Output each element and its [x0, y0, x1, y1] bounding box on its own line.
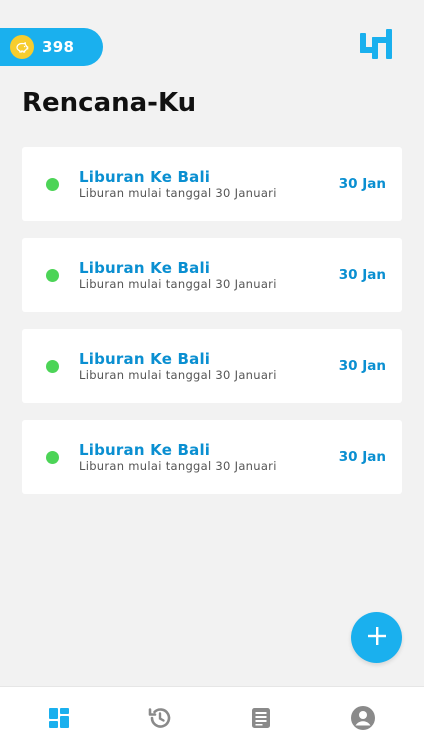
- plan-subtitle: Liburan mulai tanggal 30 Januari: [79, 459, 277, 473]
- plan-subtitle: Liburan mulai tanggal 30 Januari: [79, 368, 277, 382]
- dashboard-icon: [47, 706, 71, 734]
- nav-item-article[interactable]: [248, 707, 274, 733]
- plan-title: Liburan Ke Bali: [79, 168, 211, 186]
- nav-item-dashboard[interactable]: [46, 707, 72, 733]
- bottom-nav: [0, 686, 424, 753]
- plan-title: Liburan Ke Bali: [79, 259, 211, 277]
- plan-date: 30 Jan: [338, 449, 386, 465]
- profile-icon: [350, 705, 376, 735]
- piggy-bank-coin-icon: [10, 35, 34, 59]
- article-icon: [249, 706, 273, 734]
- plan-list: Liburan Ke Bali Liburan mulai tanggal 30…: [22, 147, 402, 511]
- plan-date: 30 Jan: [338, 358, 386, 374]
- nav-item-history[interactable]: [147, 707, 173, 733]
- coin-balance-pill[interactable]: 398: [0, 28, 103, 66]
- page-title: Rencana-Ku: [22, 88, 197, 118]
- plan-card[interactable]: Liburan Ke Bali Liburan mulai tanggal 30…: [22, 147, 402, 221]
- plus-icon: [367, 626, 387, 650]
- add-plan-button[interactable]: [351, 612, 402, 663]
- plan-card[interactable]: Liburan Ke Bali Liburan mulai tanggal 30…: [22, 329, 402, 403]
- plan-date: 30 Jan: [338, 267, 386, 283]
- coin-count: 398: [42, 38, 75, 56]
- plan-date: 30 Jan: [338, 176, 386, 192]
- plan-card[interactable]: Liburan Ke Bali Liburan mulai tanggal 30…: [22, 420, 402, 494]
- plan-title: Liburan Ke Bali: [79, 350, 211, 368]
- status-dot: [46, 451, 59, 464]
- plan-subtitle: Liburan mulai tanggal 30 Januari: [79, 186, 277, 200]
- nav-item-profile[interactable]: [350, 705, 376, 735]
- plan-subtitle: Liburan mulai tanggal 30 Januari: [79, 277, 277, 291]
- status-dot: [46, 178, 59, 191]
- history-icon: [147, 705, 173, 735]
- status-dot: [46, 269, 59, 282]
- plan-card[interactable]: Liburan Ke Bali Liburan mulai tanggal 30…: [22, 238, 402, 312]
- app-logo-icon: [358, 27, 394, 63]
- plan-title: Liburan Ke Bali: [79, 441, 211, 459]
- status-dot: [46, 360, 59, 373]
